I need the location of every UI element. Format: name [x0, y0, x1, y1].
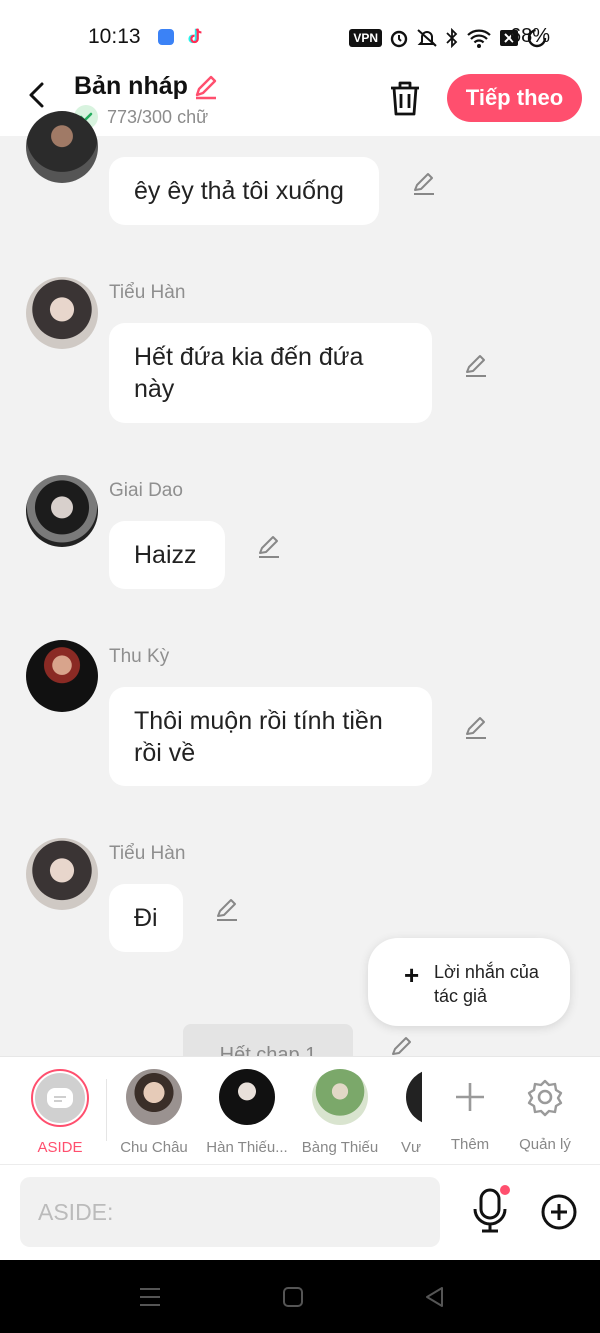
character-label: Chu Châu: [120, 1139, 188, 1156]
back-arrow-icon[interactable]: [22, 80, 52, 110]
back-icon[interactable]: [422, 1284, 448, 1310]
app-notification-icon: [158, 29, 174, 45]
message-bubble[interactable]: êy êy thả tôi xuống: [109, 157, 379, 225]
author-note-label: Lời nhắn của tác giả: [434, 962, 539, 1006]
message-bubble[interactable]: Hết đứa kia đến đứa này: [109, 323, 432, 423]
character-chu-chau[interactable]: Chu Châu: [108, 1069, 200, 1156]
avatar: [312, 1069, 368, 1125]
avatar: [126, 1069, 182, 1125]
tiktok-icon: [188, 28, 202, 44]
plus-icon: +: [404, 960, 420, 990]
manage-button[interactable]: Quản lý: [499, 1069, 591, 1153]
message-input[interactable]: [20, 1177, 440, 1247]
character-partial[interactable]: Vư: [388, 1069, 422, 1156]
page-title: Bản nháp: [74, 72, 188, 100]
character-bar: ASIDE Chu Châu Hàn Thiếu... Bàng Thiếu V…: [0, 1056, 600, 1164]
character-label: Hàn Thiếu...: [206, 1139, 288, 1156]
message-bubble[interactable]: Haizz: [109, 521, 225, 589]
avatar: [406, 1069, 422, 1125]
add-circle-icon[interactable]: [540, 1193, 578, 1231]
edit-message-icon[interactable]: [411, 170, 437, 196]
edit-message-icon[interactable]: [214, 896, 240, 922]
avatar[interactable]: [26, 475, 98, 547]
author-note-button[interactable]: + Lời nhắn của tác giả: [368, 938, 570, 1026]
alarm-icon: [390, 30, 408, 48]
notification-dot: [500, 1185, 510, 1195]
avatar[interactable]: [26, 277, 98, 349]
character-label: Bàng Thiếu: [301, 1139, 379, 1156]
edit-message-icon[interactable]: [463, 714, 489, 740]
character-name: Thu Kỳ: [109, 646, 170, 667]
battery-level: 68%: [510, 25, 551, 47]
character-label: ASIDE: [37, 1139, 83, 1156]
chapter-end-marker: Hết chap 1: [183, 1024, 353, 1056]
character-name: Giai Dao: [109, 480, 183, 501]
plus-icon: [456, 1083, 484, 1111]
status-time: 10:13: [88, 25, 141, 48]
home-icon[interactable]: [280, 1284, 306, 1310]
chat-bubble-icon: [47, 1088, 73, 1108]
character-han-thieu[interactable]: Hàn Thiếu...: [201, 1069, 293, 1156]
aside-avatar: [31, 1069, 89, 1127]
character-name: Tiểu Hàn: [109, 843, 186, 864]
divider: [106, 1079, 107, 1141]
message-bubble[interactable]: Thôi muộn rồi tính tiền rồi về: [109, 687, 432, 786]
character-name: Tiểu Hàn: [109, 282, 186, 303]
menu-icon[interactable]: [137, 1284, 163, 1310]
avatar[interactable]: [26, 838, 98, 910]
manage-label: Quản lý: [519, 1136, 571, 1153]
wifi-icon: [467, 29, 491, 48]
edit-message-icon[interactable]: [463, 352, 489, 378]
next-button[interactable]: Tiếp theo: [447, 74, 582, 122]
message-bubble[interactable]: Đi: [109, 884, 183, 952]
character-label: Vư: [401, 1139, 422, 1156]
system-nav-bar: [0, 1260, 600, 1333]
avatar: [219, 1069, 275, 1125]
character-bang-thieu[interactable]: Bàng Thiếu: [294, 1069, 386, 1156]
mute-bell-icon: [417, 29, 437, 47]
avatar[interactable]: [26, 640, 98, 712]
status-bar: 10:13 VPN 68%: [0, 0, 600, 70]
vpn-badge: VPN: [349, 29, 382, 47]
trash-icon[interactable]: [386, 78, 424, 118]
edit-message-icon[interactable]: [256, 533, 282, 559]
gear-icon: [527, 1079, 563, 1117]
bluetooth-icon: [446, 28, 458, 48]
avatar[interactable]: [26, 111, 98, 183]
character-aside[interactable]: ASIDE: [14, 1069, 106, 1156]
input-bar: [0, 1164, 600, 1260]
word-count: 773/300 chữ: [107, 107, 209, 127]
edit-title-icon[interactable]: [192, 72, 220, 100]
